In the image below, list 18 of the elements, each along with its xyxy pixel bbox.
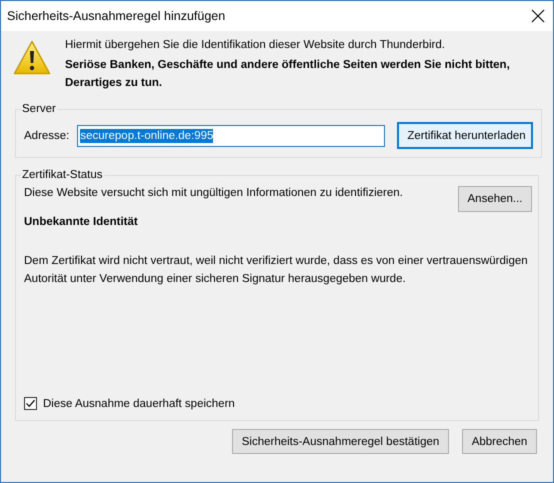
confirm-button[interactable]: Sicherheits-Ausnahmeregel bestätigen <box>232 429 449 454</box>
warning-note: Seriöse Banken, Geschäfte und andere öffentliche Seiten werden Sie nicht bitten, Derartiges zu tun. <box>65 58 511 91</box>
checkbox[interactable] <box>24 397 37 410</box>
close-icon[interactable] <box>531 9 545 23</box>
group-label: Zertifikat-Status <box>21 169 104 181</box>
status-heading: Unbekannte Identität <box>24 216 139 228</box>
address-field[interactable]: securepop.t-online.de:995 <box>77 124 386 146</box>
field-label: Adresse: <box>24 130 70 142</box>
window-title: Sicherheits-Ausnahmeregel hinzufügen <box>7 9 226 23</box>
view-button[interactable]: Ansehen... <box>458 186 532 212</box>
status-details: Dem Zertifikat wird nicht vertraut, weil nicht verifiziert wurde, dass es von einer vertrauenswürdigen Autorität unter Verwendung einer sicheren Signatur herausgegeben wurde. <box>24 254 529 287</box>
group-label: Server <box>21 103 57 115</box>
status-message: Diese Website versucht sich mit ungültigen Informationen zu identifizieren. <box>24 187 403 199</box>
warning-message: Hiermit übergehen Sie die Identifikation dieser Website durch Thunderbird. <box>65 39 446 51</box>
cancel-button[interactable]: Abbrechen <box>462 429 537 454</box>
download-button[interactable]: Zertifikat herunterladen <box>397 122 534 149</box>
warning-icon <box>13 40 51 76</box>
checkbox-label[interactable]: Diese Ausnahme dauerhaft speichern <box>43 398 235 410</box>
